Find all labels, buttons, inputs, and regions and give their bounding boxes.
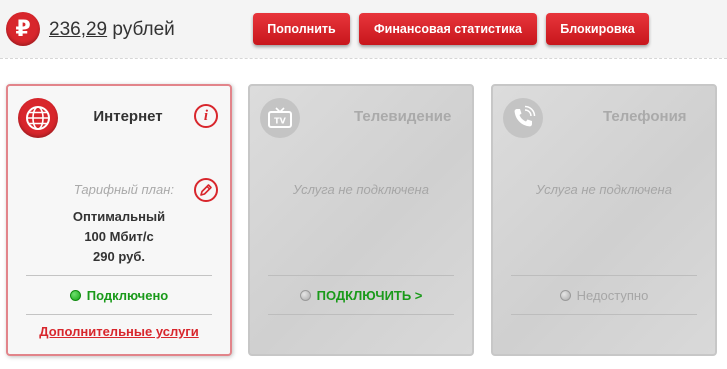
tariff-plan: Оптимальный 100 Мбит/с 290 руб. bbox=[8, 207, 230, 267]
status-dot-icon bbox=[559, 289, 571, 301]
top-bar-divider bbox=[0, 58, 727, 59]
card-title: Телефония bbox=[603, 108, 687, 125]
internet-card: Интернет i Тарифный план: Оптимальный 10… bbox=[6, 84, 232, 356]
balance-unit: рублей bbox=[112, 19, 175, 40]
service-message: Услуга не подключена bbox=[293, 182, 429, 197]
card-title: Телевидение bbox=[354, 108, 452, 125]
svg-text:TV: TV bbox=[274, 117, 286, 126]
topup-button[interactable]: Пополнить bbox=[253, 13, 350, 45]
phone-icon bbox=[503, 98, 543, 138]
divider bbox=[268, 275, 454, 276]
divider bbox=[511, 314, 697, 315]
divider bbox=[26, 275, 212, 276]
currency-symbol: ₽ bbox=[15, 16, 31, 41]
status-text: Подключено bbox=[86, 287, 169, 303]
tv-icon: TV bbox=[260, 98, 300, 138]
plan-label: Тарифный план: bbox=[73, 182, 174, 197]
balance-amount-link[interactable]: 236,29 bbox=[49, 19, 107, 40]
financial-stats-button[interactable]: Финансовая статистика bbox=[359, 13, 537, 45]
divider bbox=[511, 275, 697, 276]
service-message: Услуга не подключена bbox=[536, 182, 672, 197]
phone-card: Телефония Услуга не подключена Недоступн… bbox=[491, 84, 717, 356]
info-icon[interactable]: i bbox=[194, 104, 218, 128]
block-button[interactable]: Блокировка bbox=[546, 13, 649, 45]
status-row: Недоступно bbox=[493, 286, 715, 304]
tariff-speed: 100 Мбит/с bbox=[84, 229, 154, 244]
edit-pencil-icon[interactable] bbox=[194, 178, 218, 202]
additional-services-link[interactable]: Дополнительные услуги bbox=[8, 324, 230, 339]
ruble-icon: ₽ bbox=[6, 12, 40, 46]
tariff-name: Оптимальный bbox=[72, 209, 166, 224]
status-row: ПОДКЛЮЧИТЬ > bbox=[250, 286, 472, 304]
balance: 236,29 рублей bbox=[49, 19, 175, 41]
status-row: Подключено bbox=[8, 286, 230, 304]
status-text: Недоступно bbox=[576, 287, 649, 303]
divider bbox=[268, 314, 454, 315]
status-dot-icon bbox=[299, 289, 311, 301]
tv-card: TV Телевидение Услуга не подключена ПОДК… bbox=[248, 84, 474, 356]
tariff-price: 290 руб. bbox=[93, 249, 145, 264]
divider bbox=[26, 314, 212, 315]
status-dot-icon bbox=[69, 289, 81, 301]
connect-link[interactable]: ПОДКЛЮЧИТЬ > bbox=[317, 288, 423, 303]
